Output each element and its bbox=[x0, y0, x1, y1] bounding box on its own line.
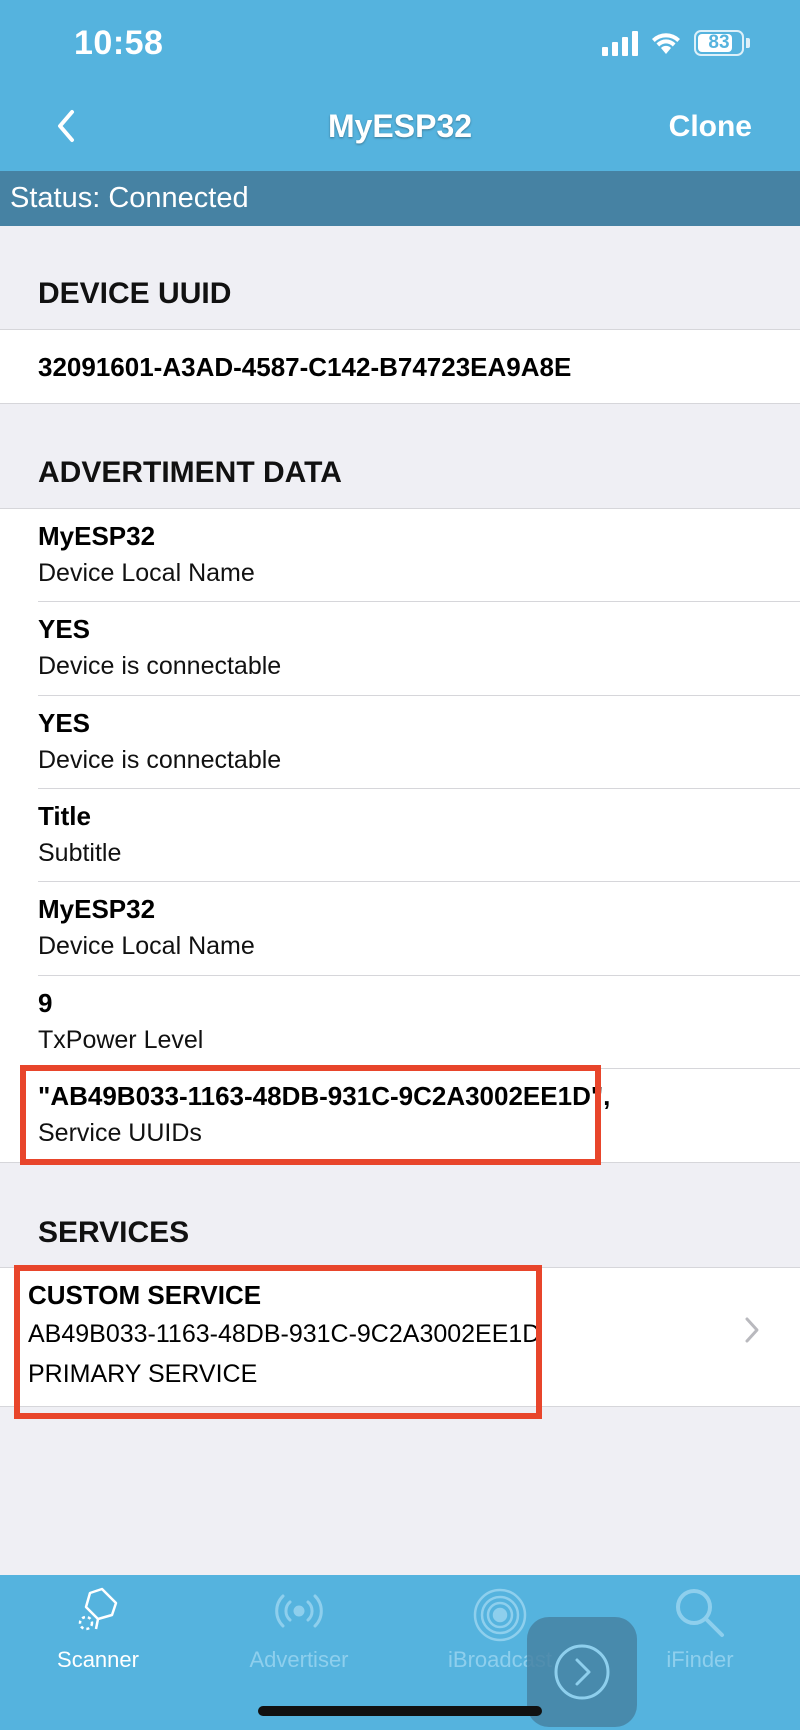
adv-row: YES Device is connectable bbox=[0, 696, 800, 789]
adv-row-title: 9 bbox=[38, 988, 53, 1018]
home-indicator bbox=[258, 1706, 542, 1716]
advertisement-header: ADVERTIMENT DATA bbox=[38, 456, 342, 489]
adv-row-subtitle: Device Local Name bbox=[38, 932, 255, 960]
adv-row: Title Subtitle bbox=[0, 789, 800, 882]
battery-icon: 83 bbox=[694, 30, 750, 56]
adv-row-title: MyESP32 bbox=[38, 521, 156, 551]
tab-advertiser[interactable]: Advertiser bbox=[209, 1575, 389, 1685]
adv-row-service-uuids: "AB49B033-1163-48DB-931C-9C2A3002EE1D", … bbox=[0, 1069, 800, 1162]
adv-row-subtitle: Service UUIDs bbox=[38, 1119, 202, 1147]
adv-row: MyESP32 Device Local Name bbox=[0, 882, 800, 976]
service-name: CUSTOM SERVICE bbox=[28, 1280, 262, 1310]
services-header: SERVICES bbox=[38, 1216, 190, 1249]
clone-button[interactable]: Clone bbox=[669, 110, 752, 144]
device-uuid-header: DEVICE UUID bbox=[38, 277, 232, 310]
broadcast-icon bbox=[275, 1594, 323, 1628]
adv-row-subtitle: TxPower Level bbox=[38, 1026, 204, 1054]
adv-row: YES Device is connectable bbox=[0, 602, 800, 696]
chevron-right-circle-icon bbox=[554, 1644, 610, 1700]
cellular-signal-icon bbox=[602, 30, 638, 56]
adv-row-title: MyESP32 bbox=[38, 894, 156, 924]
adv-row-title: Title bbox=[38, 801, 91, 831]
adv-row-subtitle: Device is connectable bbox=[38, 746, 282, 774]
service-row[interactable]: CUSTOM SERVICE AB49B033-1163-48DB-931C-9… bbox=[0, 1268, 800, 1406]
connection-status: Status: Connected bbox=[0, 171, 800, 226]
status-time: 10:58 bbox=[74, 24, 164, 62]
tab-label: Advertiser bbox=[249, 1647, 349, 1672]
adv-row-title: YES bbox=[38, 614, 91, 644]
device-uuid-value: 32091601-A3AD-4587-C142-B74723EA9A8E bbox=[38, 352, 572, 382]
chevron-right-icon bbox=[745, 1317, 759, 1343]
service-uuid: AB49B033-1163-48DB-931C-9C2A3002EE1D bbox=[28, 1320, 541, 1348]
wifi-icon bbox=[652, 33, 680, 54]
adv-row-title: "AB49B033-1163-48DB-931C-9C2A3002EE1D", bbox=[38, 1081, 611, 1111]
ibroadcast-icon bbox=[473, 1588, 527, 1642]
adv-row: MyESP32 Device Local Name bbox=[0, 509, 800, 602]
floating-next-button[interactable] bbox=[527, 1617, 637, 1727]
scanner-icon bbox=[78, 1587, 118, 1631]
adv-row: 9 TxPower Level bbox=[0, 976, 800, 1069]
search-icon bbox=[676, 1589, 724, 1637]
service-type: PRIMARY SERVICE bbox=[28, 1360, 258, 1388]
device-uuid-cell: 32091601-A3AD-4587-C142-B74723EA9A8E bbox=[0, 330, 800, 403]
tab-label: Scanner bbox=[57, 1647, 139, 1672]
top-header: 10:58 83 MyESP32 Clone bbox=[0, 0, 800, 171]
status-icons: 83 bbox=[602, 30, 750, 56]
tab-label: iFinder bbox=[666, 1647, 734, 1672]
adv-row-subtitle: Device is connectable bbox=[38, 652, 282, 680]
tab-scanner[interactable]: Scanner bbox=[8, 1575, 188, 1685]
adv-row-subtitle: Device Local Name bbox=[38, 559, 255, 587]
adv-row-title: YES bbox=[38, 708, 91, 738]
tab-ifinder[interactable]: iFinder bbox=[610, 1575, 790, 1685]
battery-level: 83 bbox=[708, 32, 730, 53]
adv-row-subtitle: Subtitle bbox=[38, 839, 122, 867]
